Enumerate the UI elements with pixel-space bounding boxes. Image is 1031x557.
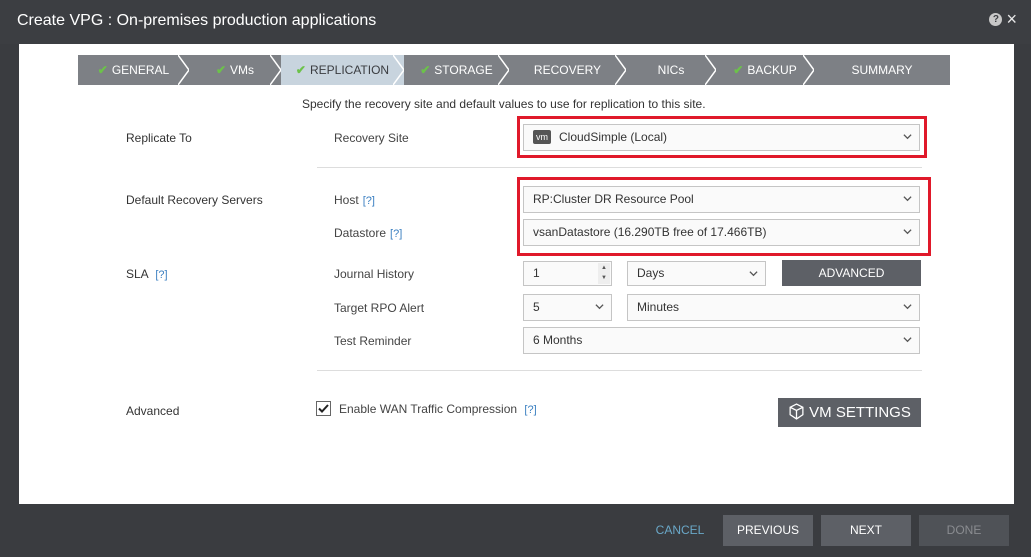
wan-compression-label: Enable WAN Traffic Compression [?] <box>339 402 537 416</box>
target-rpo-select[interactable]: 5 <box>523 294 612 321</box>
journal-history-unit-select[interactable]: Days <box>627 261 766 286</box>
step-recovery[interactable]: RECOVERY <box>509 55 627 85</box>
step-label: STORAGE <box>434 63 493 77</box>
chevron-down-icon <box>903 337 912 343</box>
stepper-arrows[interactable]: ▲ ▼ <box>598 263 610 284</box>
journal-history-label: Journal History <box>334 267 415 281</box>
target-rpo-label: Target RPO Alert <box>334 301 425 315</box>
step-summary[interactable]: SUMMARY <box>814 55 950 85</box>
next-button[interactable]: NEXT <box>821 515 911 546</box>
chevron-down-icon <box>903 304 912 310</box>
chevron-down-icon <box>595 304 604 310</box>
divider <box>317 167 922 168</box>
dialog-titlebar: Create VPG : On-premises production appl… <box>0 0 1031 44</box>
step-label: BACKUP <box>747 63 797 77</box>
step-label: RECOVERY <box>533 63 602 77</box>
recovery-servers-highlight <box>517 177 931 256</box>
help-icon[interactable]: ? <box>989 12 1003 26</box>
step-label: SUMMARY <box>851 63 913 77</box>
dialog-title: Create VPG : On-premises production appl… <box>17 12 377 29</box>
step-vms[interactable]: ✔ VMs <box>189 55 282 85</box>
journal-history-stepper[interactable]: 1 ▲ ▼ <box>523 261 612 286</box>
datastore-label: Datastore [?] <box>334 226 403 240</box>
cube-icon <box>789 403 804 420</box>
step-label: GENERAL <box>111 63 170 77</box>
check-icon: ✔ <box>295 63 306 77</box>
stepper-up-icon[interactable]: ▲ <box>598 263 610 273</box>
vm-settings-button[interactable]: VM SETTINGS <box>778 398 921 427</box>
step-general[interactable]: ✔ GENERAL <box>78 55 190 85</box>
sla-help-link[interactable]: [?] <box>155 269 167 281</box>
recovery-site-highlight <box>517 116 927 158</box>
target-rpo-value: 5 <box>533 300 540 314</box>
test-reminder-select[interactable]: 6 Months <box>523 327 920 354</box>
wan-compression-help-link[interactable]: [?] <box>524 404 536 416</box>
journal-history-value: 1 <box>533 266 540 280</box>
divider <box>317 370 922 371</box>
wizard-steps: ✔ GENERAL ✔ VMs ✔ REPLICATION ✔ STORAGE RECOVERY… <box>78 55 950 85</box>
cancel-button[interactable]: CANCEL <box>648 515 712 546</box>
done-button[interactable]: DONE <box>919 515 1009 546</box>
host-label: Host [?] <box>334 193 375 207</box>
journal-history-unit-value: Days <box>637 266 665 280</box>
step-backup[interactable]: ✔ BACKUP <box>716 55 815 85</box>
default-recovery-servers-label: Default Recovery Servers <box>126 193 263 207</box>
check-icon: ✔ <box>215 63 227 77</box>
advanced-label: Advanced <box>126 404 180 418</box>
host-help-link[interactable]: [?] <box>363 195 375 207</box>
chevron-down-icon <box>749 271 758 277</box>
step-label: NICs <box>657 63 685 77</box>
step-storage[interactable]: ✔ STORAGE <box>404 55 510 85</box>
target-rpo-unit-select[interactable]: Minutes <box>627 294 920 321</box>
test-reminder-label: Test Reminder <box>334 334 412 348</box>
create-vpg-dialog: Create VPG : On-premises production appl… <box>0 0 1031 557</box>
intro-text: Specify the recovery site and default va… <box>302 97 706 111</box>
step-replication[interactable]: ✔ REPLICATION <box>281 55 405 85</box>
check-icon: ✔ <box>733 63 744 77</box>
check-icon: ✔ <box>97 63 108 77</box>
test-reminder-value: 6 Months <box>533 333 583 347</box>
previous-button[interactable]: PREVIOUS <box>723 515 813 546</box>
target-rpo-unit-value: Minutes <box>637 300 680 314</box>
stepper-down-icon[interactable]: ▼ <box>598 273 610 283</box>
step-nics[interactable]: NICs <box>626 55 717 85</box>
recovery-site-label: Recovery Site <box>334 131 409 145</box>
sla-label: SLA [?] <box>126 267 168 281</box>
checkmark-icon <box>318 404 329 413</box>
wan-compression-checkbox[interactable] <box>316 401 331 416</box>
advanced-button[interactable]: ADVANCED <box>782 260 921 286</box>
check-icon: ✔ <box>420 63 431 77</box>
step-label: VMs <box>230 63 255 77</box>
replicate-to-label: Replicate To <box>126 131 192 145</box>
step-label: REPLICATION <box>309 63 390 77</box>
close-icon[interactable]: × <box>1006 10 1017 28</box>
datastore-help-link[interactable]: [?] <box>390 228 402 240</box>
